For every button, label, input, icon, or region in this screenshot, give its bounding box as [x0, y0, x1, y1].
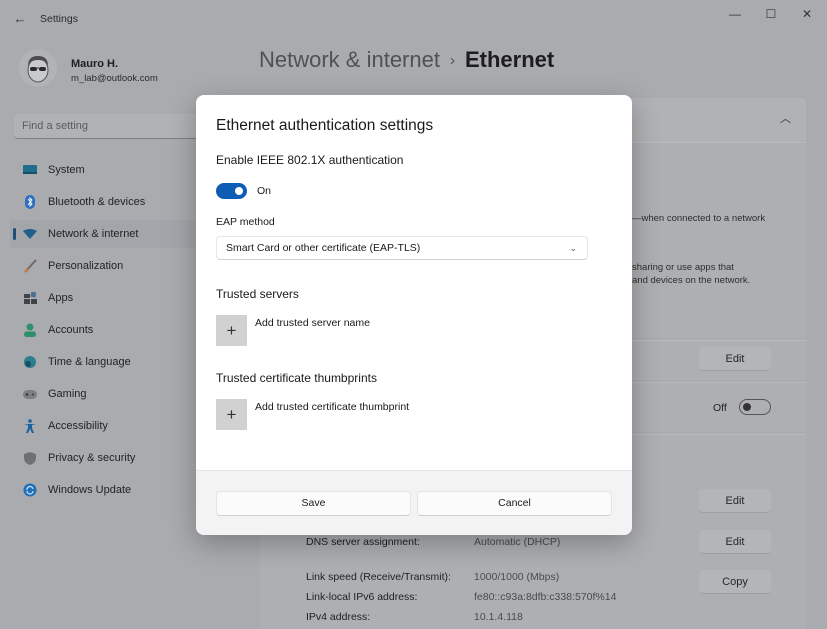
- add-trusted-server-button[interactable]: +: [216, 315, 247, 346]
- minimize-button[interactable]: —: [720, 6, 750, 22]
- trusted-thumbprints-label: Trusted certificate thumbprints: [216, 371, 377, 385]
- sidebar-item-system[interactable]: System: [10, 156, 200, 184]
- sidebar-item-label: Bluetooth & devices: [48, 196, 146, 208]
- sidebar-item-label: Accessibility: [48, 420, 108, 432]
- sidebar-item-label: Network & internet: [48, 228, 139, 240]
- back-arrow-icon[interactable]: ←: [10, 10, 30, 28]
- ipv6-value: fe80::c93a:8dfb:c338:570f%14: [474, 591, 617, 603]
- ipv4-value: 10.1.4.118: [474, 611, 523, 623]
- eap-method-label: EAP method: [216, 216, 275, 228]
- sidebar-item-network[interactable]: Network & internet: [10, 220, 200, 248]
- trusted-servers-label: Trusted servers: [216, 287, 299, 301]
- dialog-footer: Save Cancel: [196, 470, 632, 535]
- sidebar-item-personalization[interactable]: Personalization: [10, 252, 200, 280]
- sidebar-item-label: System: [48, 164, 85, 176]
- sidebar-item-gaming[interactable]: Gaming: [10, 380, 200, 408]
- sidebar-item-time-language[interactable]: Time & language: [10, 348, 200, 376]
- accessibility-icon: [22, 418, 38, 434]
- eap-method-dropdown[interactable]: Smart Card or other certificate (EAP-TLS…: [216, 236, 588, 260]
- edit-ip-button[interactable]: Edit: [699, 489, 771, 513]
- enable-8021x-toggle[interactable]: [216, 183, 247, 199]
- add-thumbprint-button[interactable]: +: [216, 399, 247, 430]
- breadcrumb-separator: ›: [449, 52, 455, 69]
- metered-description: —when connected to a network: [632, 213, 766, 224]
- ipv6-label: Link-local IPv6 address:: [306, 591, 418, 603]
- user-email: m_lab@outlook.com: [71, 73, 158, 84]
- sidebar-item-windows-update[interactable]: Windows Update: [10, 476, 200, 504]
- update-icon: [22, 482, 38, 498]
- settings-window: ← Settings — ☐ ✕ Mauro H. m_lab@outlook.…: [0, 0, 827, 629]
- apps-icon: [22, 290, 38, 306]
- sidebar-item-apps[interactable]: Apps: [10, 284, 200, 312]
- edit-dns-button[interactable]: Edit: [699, 530, 771, 554]
- sidebar-item-label: Personalization: [48, 260, 124, 272]
- cancel-button[interactable]: Cancel: [417, 491, 612, 516]
- sidebar-item-accounts[interactable]: Accounts: [10, 316, 200, 344]
- ethernet-auth-dialog: Ethernet authentication settings Enable …: [196, 95, 632, 535]
- add-thumbprint-label: Add trusted certificate thumbprint: [255, 401, 410, 413]
- metered-toggle-label: Off: [713, 402, 727, 414]
- user-name: Mauro H.: [71, 58, 119, 70]
- globe-clock-icon: [22, 354, 38, 370]
- wifi-icon: [22, 226, 38, 242]
- gamepad-icon: [22, 386, 38, 402]
- user-avatar-icon: [19, 49, 57, 87]
- enable-8021x-label: Enable IEEE 802.1X authentication: [216, 153, 404, 167]
- bluetooth-icon: [22, 194, 38, 210]
- brush-icon: [22, 258, 38, 274]
- search-input[interactable]: [14, 114, 210, 138]
- avatar[interactable]: [18, 48, 58, 88]
- link-speed-value: 1000/1000 (Mbps): [474, 571, 560, 583]
- active-indicator: [13, 228, 16, 240]
- ipv4-label: IPv4 address:: [306, 611, 371, 623]
- save-button[interactable]: Save: [216, 491, 411, 516]
- plus-icon: +: [226, 320, 237, 340]
- breadcrumb-parent[interactable]: Network & internet: [259, 47, 440, 72]
- sidebar-item-label: Accounts: [48, 324, 94, 336]
- shield-icon: [22, 450, 38, 466]
- edit-auth-button[interactable]: Edit: [699, 347, 771, 371]
- chevron-down-icon: ⌄: [569, 243, 577, 253]
- plus-icon: +: [226, 404, 237, 424]
- toggle-knob: [235, 187, 243, 195]
- sidebar-nav: System Bluetooth & devices Network & int…: [10, 156, 200, 508]
- toggle-state-label: On: [257, 185, 272, 197]
- link-speed-label: Link speed (Receive/Transmit):: [306, 571, 451, 583]
- person-icon: [22, 322, 38, 338]
- dns-assignment-value: Automatic (DHCP): [474, 536, 561, 548]
- toggle-knob: [743, 403, 751, 411]
- breadcrumb: Network & internet › Ethernet: [259, 47, 554, 73]
- sidebar-item-accessibility[interactable]: Accessibility: [10, 412, 200, 440]
- sidebar-item-label: Apps: [48, 292, 74, 304]
- sidebar-item-label: Privacy & security: [48, 452, 136, 464]
- maximize-button[interactable]: ☐: [756, 6, 786, 22]
- app-title: Settings: [40, 13, 78, 25]
- sidebar-item-label: Windows Update: [48, 484, 132, 496]
- sidebar-item-privacy[interactable]: Privacy & security: [10, 444, 200, 472]
- eap-method-value: Smart Card or other certificate (EAP-TLS…: [226, 242, 421, 254]
- title-bar: ← Settings — ☐ ✕: [0, 0, 827, 36]
- sidebar-item-label: Time & language: [48, 356, 131, 368]
- sharing-description-line2: and devices on the network.: [632, 275, 751, 286]
- search-box[interactable]: [14, 114, 210, 139]
- copy-button[interactable]: Copy: [699, 570, 771, 594]
- sidebar-item-bluetooth[interactable]: Bluetooth & devices: [10, 188, 200, 216]
- monitor-icon: [22, 162, 38, 178]
- dns-assignment-label: DNS server assignment:: [306, 536, 420, 548]
- close-button[interactable]: ✕: [792, 6, 822, 22]
- sidebar-item-label: Gaming: [48, 388, 87, 400]
- dialog-title: Ethernet authentication settings: [216, 117, 434, 134]
- page-title: Ethernet: [464, 47, 555, 72]
- sharing-description-line1: sharing or use apps that: [632, 262, 734, 273]
- metered-toggle[interactable]: [739, 399, 771, 415]
- chevron-up-icon[interactable]: ︿: [780, 110, 791, 126]
- add-trusted-server-label: Add trusted server name: [255, 317, 370, 329]
